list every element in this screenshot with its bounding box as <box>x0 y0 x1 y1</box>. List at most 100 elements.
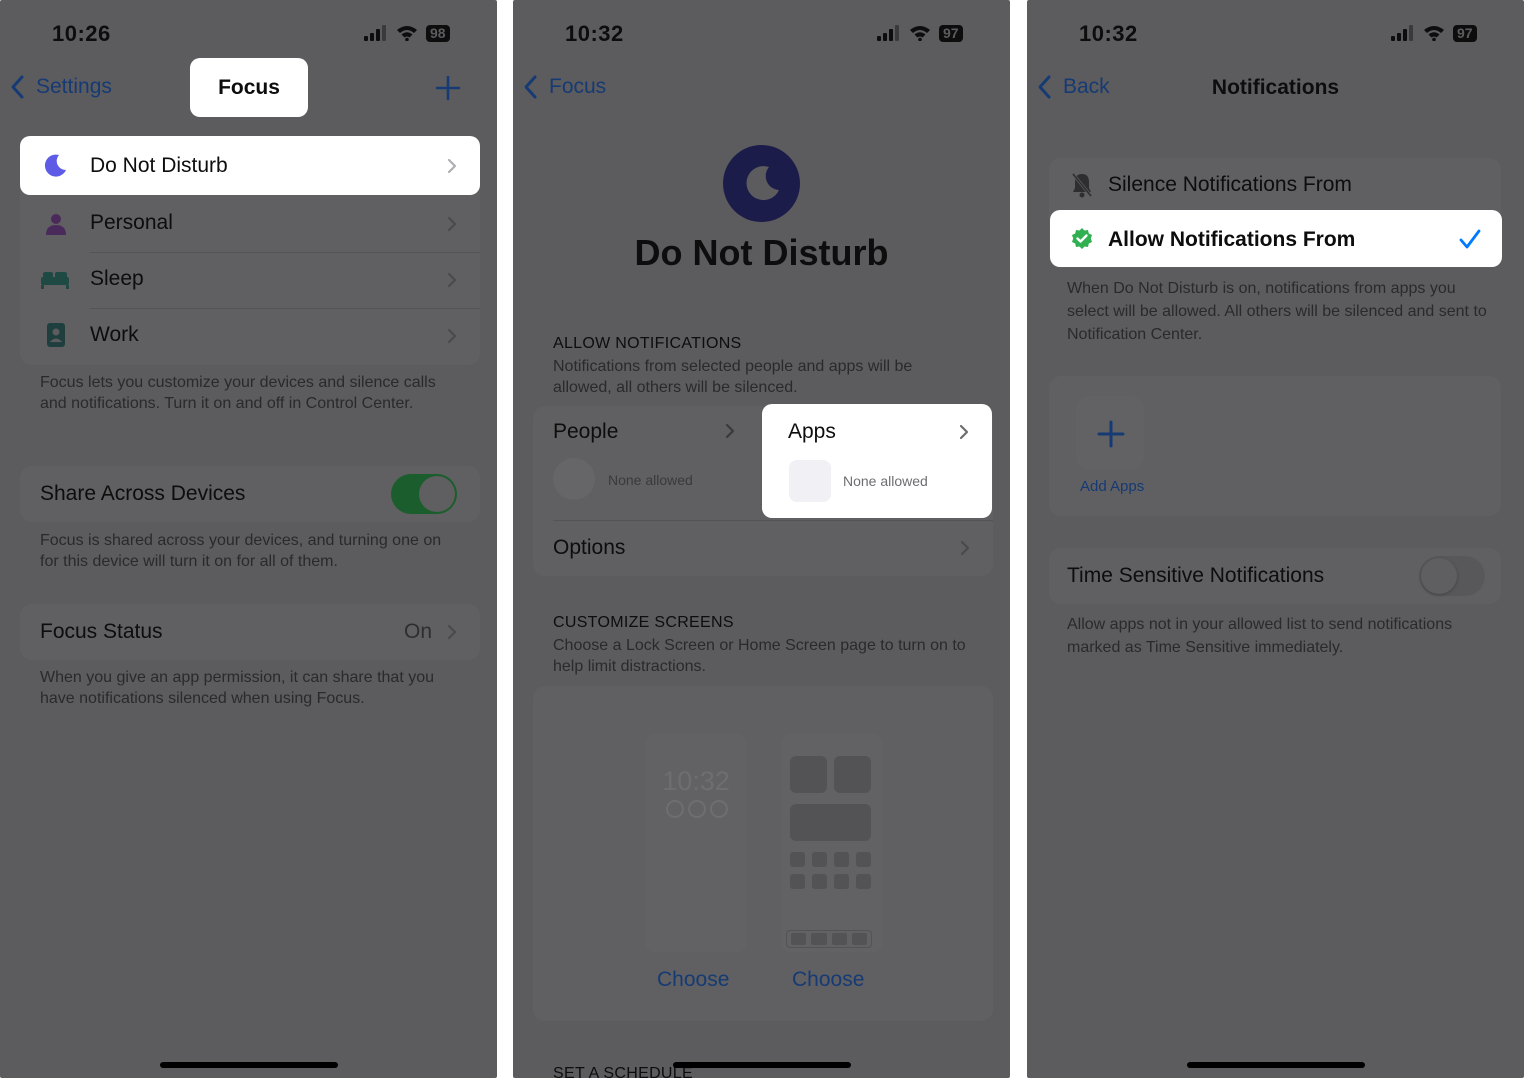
focus-status-label: Focus Status <box>40 620 163 643</box>
moon-icon <box>746 166 779 201</box>
time-sensitive-row: Time Sensitive Notifications <box>1049 548 1501 604</box>
focus-item-sleep[interactable]: Sleep <box>20 252 480 308</box>
apps-value: None allowed <box>843 473 928 489</box>
apps-cell[interactable]: Apps None allowed <box>762 404 992 518</box>
toggle-knob <box>1421 558 1457 594</box>
focus-item-label: Sleep <box>90 267 144 290</box>
focus-item-label: Personal <box>90 211 173 234</box>
plus-icon <box>1097 420 1125 448</box>
focus-item-do-not-disturb[interactable]: Do Not Disturb <box>20 136 480 195</box>
chevron-right-icon <box>447 272 457 288</box>
home-indicator[interactable] <box>160 1062 338 1068</box>
cellular-signal-icon <box>364 25 386 41</box>
allow-notifications-desc: Notifications from selected people and a… <box>553 358 913 396</box>
silence-label: Silence Notifications From <box>1108 173 1352 196</box>
page-title: Notifications <box>1211 76 1340 99</box>
chevron-right-icon <box>960 540 970 556</box>
widget-block <box>790 756 827 793</box>
person-icon <box>46 214 66 235</box>
widget-block <box>834 756 871 793</box>
chevron-right-icon <box>447 158 457 174</box>
people-avatar-placeholder <box>553 458 595 500</box>
battery-indicator: 97 <box>1453 24 1477 42</box>
focus-item-personal[interactable]: Personal <box>20 196 480 252</box>
focus-item-label: Work <box>90 323 139 346</box>
wifi-icon <box>397 26 417 41</box>
focus-item-label: Do Not Disturb <box>90 154 228 177</box>
status-icons: 98 <box>364 24 450 42</box>
home-indicator[interactable] <box>673 1062 851 1068</box>
do-not-disturb-screen: 10:32 97 Focus Do Not Disturb ALLOW NOTI… <box>513 0 1010 1078</box>
bell-slash-icon <box>1071 173 1093 198</box>
moon-icon <box>44 154 66 177</box>
add-apps-button[interactable] <box>1076 396 1144 470</box>
silence-notifications-row[interactable]: Silence Notifications From <box>1049 158 1501 212</box>
chevron-right-icon <box>447 624 457 640</box>
focus-status-footer-text: When you give an app permission, it can … <box>40 669 434 707</box>
toggle-knob <box>419 476 455 512</box>
status-icons: 97 <box>1391 24 1477 42</box>
battery-indicator: 98 <box>426 24 450 42</box>
time-sensitive-label: Time Sensitive Notifications <box>1067 564 1325 587</box>
allowed-apps-group: Add Apps <box>1049 376 1501 516</box>
share-toggle[interactable] <box>391 474 457 514</box>
wifi-icon <box>1424 26 1444 41</box>
back-label: Settings <box>36 75 112 98</box>
back-button[interactable]: Settings <box>10 74 112 100</box>
people-value: None allowed <box>608 472 693 488</box>
home-screen-preview[interactable] <box>781 734 883 952</box>
moon-badge-icon <box>723 145 800 222</box>
checkmark-icon <box>1459 229 1481 249</box>
apps-label: Apps <box>788 420 836 443</box>
choose-lock-screen-button[interactable]: Choose <box>657 968 729 992</box>
app-grid <box>790 852 871 889</box>
lock-screen-preview[interactable]: 10:32 <box>645 734 747 952</box>
customize-screens-group: 10:32 Choose Choose <box>533 686 993 1021</box>
chevron-left-icon <box>524 75 537 99</box>
back-button[interactable]: Focus <box>523 74 606 100</box>
allow-notifications-desc: When Do Not Disturb is on, notifications… <box>1067 280 1487 343</box>
status-time: 10:32 <box>1079 21 1138 46</box>
chevron-left-icon <box>11 75 24 99</box>
back-label: Focus <box>549 75 607 98</box>
add-focus-plus-icon[interactable] <box>435 75 461 101</box>
cellular-signal-icon <box>877 25 899 41</box>
focus-item-work[interactable]: Work <box>20 308 480 364</box>
set-schedule-header: SET A SCHEDULE <box>553 1065 693 1078</box>
choose-home-screen-button[interactable]: Choose <box>792 968 864 992</box>
page-title: Focus <box>218 76 280 99</box>
id-badge-icon <box>47 323 65 347</box>
widget-block <box>790 804 871 841</box>
options-row[interactable]: Options <box>533 520 993 576</box>
focus-status-value: On <box>404 620 433 643</box>
app-icon-placeholder <box>789 460 831 502</box>
home-indicator[interactable] <box>1187 1062 1365 1068</box>
add-apps-label[interactable]: Add Apps <box>1080 478 1144 495</box>
focus-status-row[interactable]: Focus Status On <box>20 604 480 660</box>
focus-settings-screen: 10:26 98 Settings Focus Do Not Disturb P… <box>0 0 497 1078</box>
allow-notifications-row[interactable]: Allow Notifications From <box>1050 210 1502 267</box>
status-icons: 97 <box>877 24 963 42</box>
lock-screen-time: 10:32 <box>662 766 730 796</box>
people-label: People <box>553 420 619 443</box>
share-across-devices-row: Share Across Devices <box>20 466 480 522</box>
focus-footer-text: Focus lets you customize your devices an… <box>40 374 436 412</box>
bed-icon <box>41 272 69 289</box>
dock <box>786 930 872 948</box>
chevron-right-icon <box>447 328 457 344</box>
battery-indicator: 97 <box>939 24 963 42</box>
checkmark-seal-icon <box>1072 228 1092 249</box>
status-time: 10:32 <box>565 21 624 46</box>
chevron-right-icon <box>725 423 735 439</box>
chevron-right-icon <box>959 424 969 440</box>
customize-screens-desc: Choose a Lock Screen or Home Screen page… <box>553 637 966 675</box>
notifications-screen: 10:32 97 Back Notifications Silence Noti… <box>1027 0 1524 1078</box>
cellular-signal-icon <box>1391 25 1413 41</box>
allow-label: Allow Notifications From <box>1108 228 1356 251</box>
people-cell[interactable]: People None allowed <box>533 406 763 518</box>
share-footer-text: Focus is shared across your devices, and… <box>40 532 442 570</box>
allow-notifications-header: ALLOW NOTIFICATIONS <box>553 335 742 352</box>
options-label: Options <box>553 536 626 559</box>
time-sensitive-toggle[interactable] <box>1419 556 1485 596</box>
customize-screens-header: CUSTOMIZE SCREENS <box>553 614 734 631</box>
